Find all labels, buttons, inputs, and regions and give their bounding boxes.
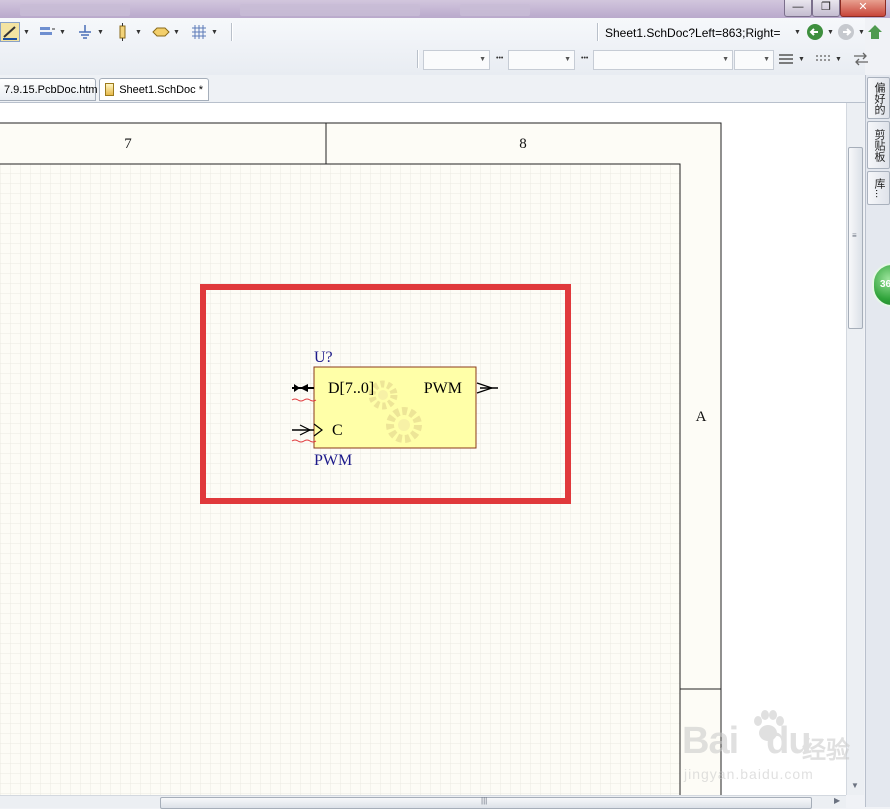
ground-icon xyxy=(76,23,94,41)
docked-panel-strip: 偏好的 剪贴板 库... xyxy=(865,75,890,807)
port-icon xyxy=(152,23,170,41)
style-combo[interactable]: ▼ xyxy=(593,50,733,70)
chevron-down-icon: ▼ xyxy=(835,55,842,63)
chevron-down-icon: ▼ xyxy=(722,56,729,63)
background-tab xyxy=(240,4,420,16)
window-title-bar: — ❐ ✕ xyxy=(0,0,890,18)
chevron-down-icon: ▼ xyxy=(798,55,805,63)
tab-label: Sheet1.SchDoc * xyxy=(119,83,203,96)
bus-entry-icon xyxy=(38,23,56,41)
chevron-down-icon: ▼ xyxy=(564,56,571,63)
horizontal-scroll-thumb[interactable]: ||| xyxy=(160,796,812,809)
forward-arrow-icon xyxy=(837,23,855,41)
dash-style-button[interactable]: ▼ xyxy=(814,48,842,70)
baidu-watermark: Bai du 经验 jingyan.baidu.com xyxy=(682,708,862,798)
font-combo[interactable]: ▼ xyxy=(423,50,490,70)
more-icon[interactable]: ••• xyxy=(496,55,503,62)
wire-tool-button[interactable]: ▼ xyxy=(0,21,30,43)
chevron-down-icon[interactable]: ▼ xyxy=(23,29,30,36)
zone-column-label: 7 xyxy=(124,136,132,152)
grid-icon xyxy=(190,23,208,41)
restore-button[interactable]: ❐ xyxy=(812,0,840,17)
component-icon xyxy=(114,23,132,41)
component-designator: U? xyxy=(314,349,333,366)
chevron-down-icon: ▼ xyxy=(794,28,801,36)
port-tool-button[interactable]: ▼ xyxy=(152,21,180,43)
bus-tool-button[interactable]: ▼ xyxy=(38,21,66,43)
chevron-down-icon[interactable]: ▼ xyxy=(173,29,180,36)
zone-column-label: 8 xyxy=(519,136,527,152)
paw-logo-icon xyxy=(754,710,784,741)
more-icon[interactable]: ••• xyxy=(581,55,588,62)
tab-pcbdoc-htm[interactable]: 7.9.15.PcbDoc.htm xyxy=(0,78,98,101)
toolbar-separator xyxy=(231,23,233,41)
part-tool-button[interactable]: ▼ xyxy=(114,21,142,43)
chevron-down-icon: ▼ xyxy=(827,28,834,36)
tab-sheet1-schdoc[interactable]: Sheet1.SchDoc * xyxy=(99,78,209,101)
chevron-down-icon[interactable]: ▼ xyxy=(211,29,218,36)
watermark-url: jingyan.baidu.com xyxy=(684,766,814,782)
document-tab-bar: 7.9.15.PcbDoc.htm Sheet1.SchDoc * xyxy=(0,75,865,103)
back-button[interactable]: ▼ xyxy=(806,21,834,43)
background-tab xyxy=(20,4,130,16)
dash-style-icon xyxy=(814,50,832,68)
home-icon xyxy=(866,23,884,41)
panel-tab-clipboard[interactable]: 剪贴板 xyxy=(867,121,890,169)
forward-button[interactable]: ▼ xyxy=(837,21,865,43)
grip-icon: ≡ xyxy=(852,231,857,240)
back-arrow-icon xyxy=(806,23,824,41)
pin-label: D[7..0] xyxy=(328,380,374,397)
panel-tab-label: 偏好的 xyxy=(873,81,885,115)
width-combo[interactable]: ▼ xyxy=(734,50,774,70)
pin-label: C xyxy=(332,422,343,439)
close-button[interactable]: ✕ xyxy=(840,0,886,17)
toolbar-area: ▼ ▼ ▼ ▼ ▼ ▼ Sheet1.SchDoc?Left=863;Right… xyxy=(0,18,882,76)
background-tab xyxy=(460,4,530,16)
chevron-down-icon: ▼ xyxy=(763,56,770,63)
panel-tab-favorites[interactable]: 偏好的 xyxy=(867,77,890,119)
schematic-sheet[interactable]: 7 8 A U? PWM D[7..0] C PWM xyxy=(0,103,846,795)
schematic-canvas[interactable]: 7 8 A U? PWM D[7..0] C PWM xyxy=(0,103,846,795)
swap-button[interactable] xyxy=(852,48,870,70)
watermark-brand: Bai du xyxy=(682,720,812,763)
grid-tool-button[interactable]: ▼ xyxy=(190,21,218,43)
minimize-button[interactable]: — xyxy=(784,0,812,17)
address-field[interactable]: Sheet1.SchDoc?Left=863;Right= xyxy=(605,24,805,42)
panel-tab-label: 库... xyxy=(873,177,885,199)
zone-row-label: A xyxy=(696,409,707,425)
pin-label: PWM xyxy=(424,380,462,397)
line-style-button[interactable]: ▼ xyxy=(777,48,805,70)
line-style-icon xyxy=(777,50,795,68)
panel-tab-libraries[interactable]: 库... xyxy=(867,171,890,205)
chevron-down-icon: ▼ xyxy=(858,28,865,36)
chevron-down-icon[interactable]: ▼ xyxy=(97,29,104,36)
component-comment: PWM xyxy=(314,452,352,469)
ground-tool-button[interactable]: ▼ xyxy=(76,21,104,43)
panel-tab-label: 剪贴板 xyxy=(873,128,885,162)
swap-arrows-icon xyxy=(852,50,870,68)
home-button[interactable] xyxy=(866,21,884,43)
schematic-document-icon xyxy=(105,83,115,96)
wire-pen-icon xyxy=(0,22,20,42)
vertical-scrollbar[interactable]: ≡ ▼ xyxy=(846,103,864,795)
toolbar-separator xyxy=(597,23,599,41)
vertical-scroll-thumb[interactable]: ≡ xyxy=(848,147,863,329)
watermark-chinese: 经验 xyxy=(802,737,850,764)
size-combo[interactable]: ▼ xyxy=(508,50,575,70)
sheet-grid xyxy=(0,164,680,795)
address-dropdown[interactable]: ▼ xyxy=(791,21,801,43)
chevron-down-icon[interactable]: ▼ xyxy=(135,29,142,36)
tab-label: 7.9.15.PcbDoc.htm xyxy=(4,83,98,96)
grip-icon: ||| xyxy=(481,796,488,805)
watermark-brand-part: Bai xyxy=(682,720,739,762)
chevron-down-icon[interactable]: ▼ xyxy=(59,29,66,36)
toolbar-separator xyxy=(417,50,419,68)
chevron-down-icon: ▼ xyxy=(479,56,486,63)
